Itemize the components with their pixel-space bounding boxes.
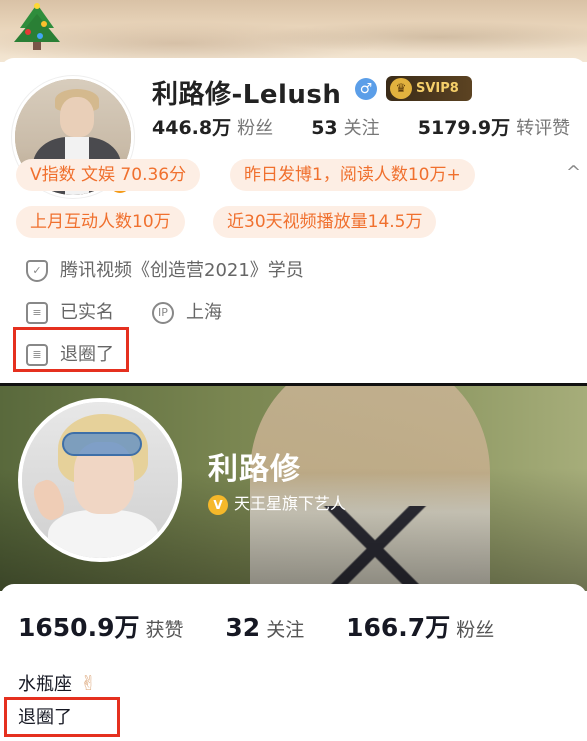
id-card-icon: ≡: [26, 302, 48, 324]
profile-stats: 446.8万 粉丝 53 关注 5179.9万 转评赞: [152, 113, 570, 140]
verified-badge-icon: V: [208, 494, 228, 515]
tag-v-index[interactable]: V指数 文娱 70.36分: [16, 159, 201, 191]
profile-name: 利路修-Lelush: [152, 80, 342, 110]
douyin-profile-panel: 利路修 V 天王星旗下艺人 1650.9万 获赞 32 关注 166.7万 粉丝 水瓶座…: [0, 386, 587, 741]
ip-location-text: 上海: [186, 302, 222, 323]
male-icon: ♂: [355, 78, 377, 100]
collapse-chevron-icon[interactable]: ^: [566, 162, 581, 183]
zodiac-row: 水瓶座 ✌: [18, 670, 97, 696]
svip-badge[interactable]: ♛ SVIP8: [386, 76, 472, 101]
avatar[interactable]: [18, 398, 182, 562]
crown-icon: ♛: [390, 78, 412, 99]
stat-reposts-comments-likes[interactable]: 5179.9万 转评赞: [418, 117, 570, 139]
shield-icon: ✓: [26, 260, 48, 282]
tag-video-plays[interactable]: 近30天视频播放量14.5万: [213, 206, 437, 238]
zodiac-text: 水瓶座: [18, 674, 72, 695]
identity-row: ✓ 腾讯视频《创造营2021》学员: [26, 256, 304, 282]
victory-hand-icon: ✌: [80, 671, 97, 695]
stat-following[interactable]: 53 关注: [311, 117, 379, 139]
weibo-profile-panel: V 利路修-Lelush ♂ ♛ SVIP8 446.8万粉丝 53关注 517…: [0, 0, 587, 383]
identity-text: 腾讯视频《创造营2021》学员: [60, 260, 304, 281]
verification-text: 天王星旗下艺人: [234, 494, 347, 513]
realname-text: 已实名: [60, 302, 114, 323]
stat-followers[interactable]: 446.8万 粉丝: [152, 117, 273, 139]
tag-monthly-interaction[interactable]: 上月互动人数10万: [16, 206, 185, 238]
highlight-box: [4, 697, 120, 737]
profile-card: 1650.9万 获赞 32 关注 166.7万 粉丝 水瓶座 ✌ 退圈了: [0, 584, 587, 741]
verification-label: V 天王星旗下艺人: [208, 490, 346, 515]
tag-yesterday-posts[interactable]: 昨日发博1，阅读人数10万+: [230, 159, 475, 191]
svip-label: SVIP8: [416, 81, 459, 96]
stat-following[interactable]: 32 关注: [225, 613, 304, 642]
ip-row: IP 上海: [152, 298, 222, 324]
highlight-box: [13, 327, 129, 372]
profile-name: 利路修: [208, 452, 301, 487]
profile-card: V 利路修-Lelush ♂ ♛ SVIP8 446.8万粉丝 53关注 517…: [0, 58, 587, 383]
ip-location-icon: IP: [152, 302, 174, 324]
profile-stats: 1650.9万 获赞 32 关注 166.7万 粉丝: [18, 608, 494, 644]
stat-followers[interactable]: 166.7万 粉丝: [346, 613, 494, 642]
christmas-tree-icon: [14, 3, 60, 50]
profile-cover-image: [0, 0, 587, 62]
realname-row: ≡ 已实名: [26, 298, 114, 324]
stat-likes[interactable]: 1650.9万 获赞: [18, 613, 184, 642]
